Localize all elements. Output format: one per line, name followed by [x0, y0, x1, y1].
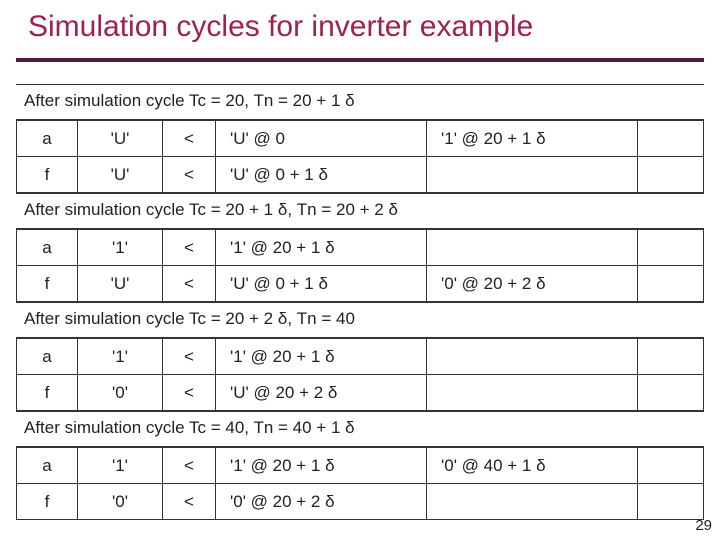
event-cell — [638, 157, 704, 193]
event-cell: 'U' @ 20 + 2 δ — [216, 375, 427, 411]
signal-value: 'U' — [78, 266, 163, 302]
signal-value: '0' — [78, 484, 163, 520]
compare-symbol: < — [163, 375, 216, 411]
section-header: After simulation cycle Tc = 20, Tn = 20 … — [16, 84, 704, 120]
event-cell — [638, 375, 704, 411]
compare-symbol: < — [163, 230, 216, 266]
event-cell — [427, 339, 638, 375]
event-cell: '0' @ 40 + 1 δ — [427, 448, 638, 484]
event-cell: 'U' @ 0 + 1 δ — [216, 157, 427, 193]
signal-table: a'1'<'1' @ 20 + 1 δf'0'<'U' @ 20 + 2 δ — [16, 338, 704, 411]
event-cell — [638, 230, 704, 266]
signal-value: '1' — [78, 230, 163, 266]
event-cell — [427, 157, 638, 193]
compare-symbol: < — [163, 157, 216, 193]
event-cell: '1' @ 20 + 1 δ — [216, 339, 427, 375]
signal-name: a — [17, 339, 78, 375]
event-cell — [638, 484, 704, 520]
event-cell: '1' @ 20 + 1 δ — [427, 121, 638, 157]
table-row: a'U'<'U' @ 0'1' @ 20 + 1 δ — [17, 121, 704, 157]
signal-name: a — [17, 448, 78, 484]
section-header: After simulation cycle Tc = 20 + 2 δ, Tn… — [16, 302, 704, 338]
table-row: a'1'<'1' @ 20 + 1 δ — [17, 339, 704, 375]
signal-name: a — [17, 230, 78, 266]
signal-table: a'1'<'1' @ 20 + 1 δf'U'<'U' @ 0 + 1 δ'0'… — [16, 229, 704, 302]
section-header: After simulation cycle Tc = 20 + 1 δ, Tn… — [16, 193, 704, 229]
signal-value: 'U' — [78, 157, 163, 193]
table-row: a'1'<'1' @ 20 + 1 δ'0' @ 40 + 1 δ — [17, 448, 704, 484]
event-cell: '0' @ 20 + 2 δ — [216, 484, 427, 520]
content-area: After simulation cycle Tc = 20, Tn = 20 … — [16, 84, 704, 520]
compare-symbol: < — [163, 339, 216, 375]
signal-name: a — [17, 121, 78, 157]
signal-name: f — [17, 157, 78, 193]
slide: Simulation cycles for inverter example A… — [0, 0, 720, 540]
signal-value: '1' — [78, 339, 163, 375]
signal-name: f — [17, 484, 78, 520]
event-cell: '0' @ 20 + 2 δ — [427, 266, 638, 302]
signal-name: f — [17, 375, 78, 411]
table-row: a'1'<'1' @ 20 + 1 δ — [17, 230, 704, 266]
event-cell — [427, 375, 638, 411]
compare-symbol: < — [163, 121, 216, 157]
event-cell: '1' @ 20 + 1 δ — [216, 230, 427, 266]
event-cell — [427, 230, 638, 266]
event-cell — [427, 484, 638, 520]
table-row: f'0'<'0' @ 20 + 2 δ — [17, 484, 704, 520]
event-cell — [638, 121, 704, 157]
section-header: After simulation cycle Tc = 40, Tn = 40 … — [16, 411, 704, 447]
signal-value: '1' — [78, 448, 163, 484]
event-cell: 'U' @ 0 — [216, 121, 427, 157]
page-number: 29 — [695, 517, 712, 534]
table-row: f'U'<'U' @ 0 + 1 δ'0' @ 20 + 2 δ — [17, 266, 704, 302]
compare-symbol: < — [163, 484, 216, 520]
event-cell: '1' @ 20 + 1 δ — [216, 448, 427, 484]
slide-title: Simulation cycles for inverter example — [28, 10, 533, 44]
event-cell — [638, 266, 704, 302]
compare-symbol: < — [163, 448, 216, 484]
signal-name: f — [17, 266, 78, 302]
compare-symbol: < — [163, 266, 216, 302]
signal-table: a'1'<'1' @ 20 + 1 δ'0' @ 40 + 1 δf'0'<'0… — [16, 447, 704, 520]
signal-value: 'U' — [78, 121, 163, 157]
event-cell — [638, 339, 704, 375]
event-cell — [638, 448, 704, 484]
table-row: f'0'<'U' @ 20 + 2 δ — [17, 375, 704, 411]
table-row: f'U'<'U' @ 0 + 1 δ — [17, 157, 704, 193]
signal-table: a'U'<'U' @ 0'1' @ 20 + 1 δf'U'<'U' @ 0 +… — [16, 120, 704, 193]
title-underline — [16, 58, 704, 62]
event-cell: 'U' @ 0 + 1 δ — [216, 266, 427, 302]
signal-value: '0' — [78, 375, 163, 411]
